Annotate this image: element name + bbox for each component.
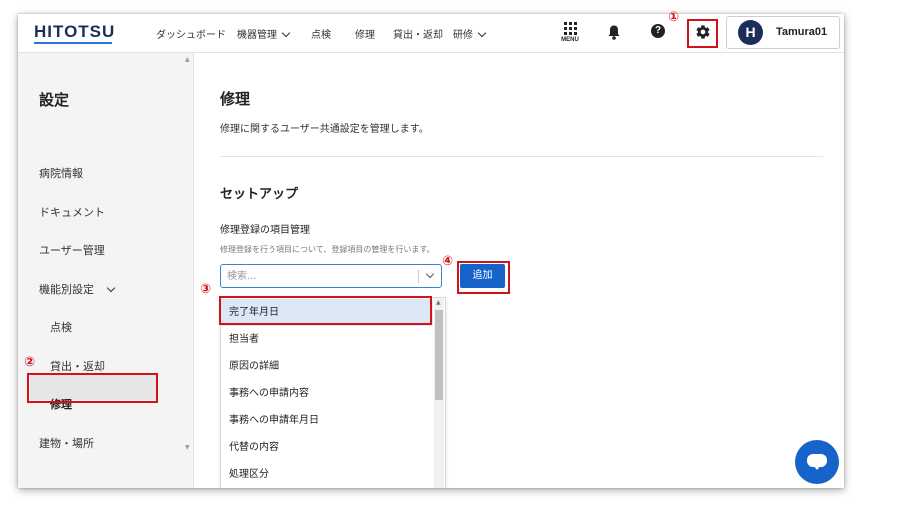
sidebar: ▲ 設定 病院情報 ドキュメント ユーザー管理 機能別設定 点検 貸出・返却 修… xyxy=(18,53,194,488)
sidebar-item-inspection[interactable]: 点検 xyxy=(50,319,72,335)
annotation-marker-3: ③ xyxy=(200,282,212,297)
search-select[interactable] xyxy=(220,264,442,288)
sidebar-item-lending[interactable]: 貸出・返却 xyxy=(50,358,105,374)
list-item[interactable]: 原因の詳細 xyxy=(221,353,433,380)
annotation-marker-4: ④ xyxy=(442,254,454,269)
search-input[interactable] xyxy=(227,265,412,287)
field-description: 修理登録を行う項目について、登録項目の管理を行います。 xyxy=(220,245,435,254)
logo[interactable]: HITOTSU xyxy=(34,22,115,42)
grid-menu-icon xyxy=(563,22,577,35)
avatar: H xyxy=(738,20,763,45)
annotation-box-item xyxy=(219,296,432,325)
nav-training-label: 研修 xyxy=(453,30,473,41)
chevron-down-icon[interactable] xyxy=(425,269,435,279)
page-title: 修理 xyxy=(220,90,251,108)
chat-button[interactable] xyxy=(795,440,839,484)
nav-equipment-label: 機器管理 xyxy=(237,30,277,41)
section-title: セットアップ xyxy=(220,187,299,202)
annotation-box-add xyxy=(457,261,510,294)
annotation-box-repair xyxy=(27,373,158,403)
list-item[interactable]: 処理区分 xyxy=(221,461,433,488)
annotation-marker-1: ① xyxy=(668,10,680,25)
menu-button[interactable]: MENU xyxy=(559,22,581,43)
list-item[interactable]: 代替の内容 xyxy=(221,434,433,461)
notification-button[interactable] xyxy=(607,24,623,40)
user-menu-button[interactable]: H Tamura01 xyxy=(726,16,840,49)
app-window: HITOTSU ダッシュボード 機器管理 点検 修理 貸出・返却 研修 MENU… xyxy=(18,14,844,488)
page-description: 修理に関するユーザー共通設定を管理します。 xyxy=(220,124,429,135)
scroll-down-icon[interactable]: ▼ xyxy=(185,444,190,451)
nav-training[interactable]: 研修 xyxy=(453,26,487,41)
divider xyxy=(220,156,823,157)
nav-repair[interactable]: 修理 xyxy=(355,26,375,41)
chevron-down-icon xyxy=(477,28,487,38)
annotation-box-settings xyxy=(687,19,718,48)
dropdown-scrollbar-thumb[interactable] xyxy=(435,310,443,400)
chat-icon-tail xyxy=(813,465,821,470)
sidebar-title: 設定 xyxy=(39,91,70,109)
sidebar-item-documents[interactable]: ドキュメント xyxy=(39,204,105,220)
annotation-marker-2: ② xyxy=(24,355,36,370)
dropdown-list: 完了年月日 担当者 原因の詳細 事務への申請内容 事務への申請年月日 代替の内容… xyxy=(220,297,446,488)
select-separator xyxy=(418,270,419,283)
list-item[interactable]: 事務への申請年月日 xyxy=(221,407,433,434)
list-item[interactable]: 事務への申請内容 xyxy=(221,380,433,407)
nav-lending[interactable]: 貸出・返却 xyxy=(393,26,443,41)
chevron-down-icon xyxy=(281,28,291,38)
bell-icon xyxy=(608,25,620,40)
nav-dashboard[interactable]: ダッシュボード xyxy=(156,26,226,41)
nav-equipment[interactable]: 機器管理 xyxy=(237,26,291,41)
scroll-up-icon[interactable]: ▲ xyxy=(436,299,441,306)
help-icon: ? xyxy=(651,24,665,38)
sidebar-item-label: 機能別設定 xyxy=(39,283,94,296)
sidebar-item-user-management[interactable]: ユーザー管理 xyxy=(39,242,105,258)
menu-label: MENU xyxy=(561,37,579,43)
sidebar-item-feature-settings[interactable]: 機能別設定 xyxy=(39,281,116,297)
field-label: 修理登録の項目管理 xyxy=(220,225,310,236)
nav-inspection[interactable]: 点検 xyxy=(311,26,331,41)
main-content: 修理 修理に関するユーザー共通設定を管理します。 セットアップ 修理登録の項目管… xyxy=(194,53,844,488)
logo-underline xyxy=(34,42,112,44)
top-header: HITOTSU ダッシュボード 機器管理 点検 修理 貸出・返却 研修 MENU… xyxy=(18,14,844,53)
chevron-down-icon xyxy=(106,283,116,293)
list-item[interactable]: 担当者 xyxy=(221,326,433,353)
username: Tamura01 xyxy=(776,26,828,38)
sidebar-item-hospital-info[interactable]: 病院情報 xyxy=(39,165,83,181)
scroll-up-icon[interactable]: ▲ xyxy=(185,56,190,63)
sidebar-item-buildings[interactable]: 建物・場所 xyxy=(39,435,94,451)
help-button[interactable]: ? xyxy=(651,24,667,40)
